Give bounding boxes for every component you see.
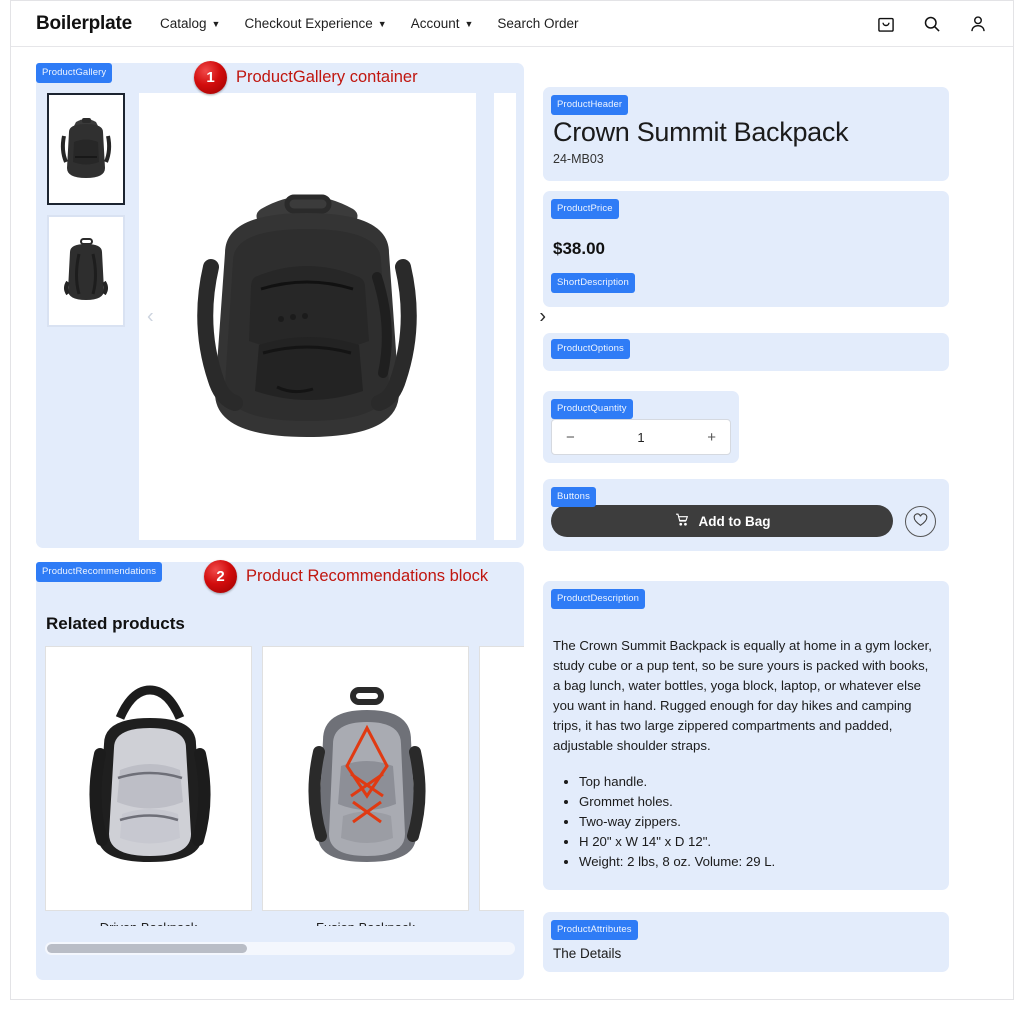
annotation-tag-product-recommendations: ProductRecommendations <box>36 562 163 582</box>
fusion-backpack-image <box>308 686 425 862</box>
callout-number: 2 <box>204 560 237 593</box>
product-header-panel: ProductHeader Crown Summit Backpack 24-M… <box>543 87 949 181</box>
list-item: Two-way zippers. <box>579 812 935 832</box>
product-description-panel: ProductDescription The Crown Summit Back… <box>543 581 949 891</box>
related-products-heading: Related products <box>46 614 185 633</box>
gallery-main-image[interactable]: ‹ <box>139 93 476 540</box>
right-column: ProductHeader Crown Summit Backpack 24-M… <box>543 87 949 982</box>
bag-icon[interactable] <box>876 14 896 34</box>
callout-number: 1 <box>194 61 227 94</box>
product-price-panel: ProductPrice $38.00 ShortDescription <box>543 191 949 307</box>
nav-item-label: Search Order <box>497 16 579 31</box>
chevron-down-icon: ▼ <box>211 19 221 29</box>
product-price: $38.00 <box>553 239 605 258</box>
product-attributes-panel: ProductAttributes The Details <box>543 912 949 973</box>
list-item: Top handle. <box>579 772 935 792</box>
callout-2: 2 Product Recommendations block <box>204 560 488 593</box>
add-to-bag-label: Add to Bag <box>698 513 771 529</box>
buttons-panel: Buttons Add to Bag <box>543 479 949 551</box>
gallery-thumbnail-2[interactable] <box>47 215 125 327</box>
related-product-image <box>479 646 524 911</box>
list-item: H 20" x W 14" x D 12". <box>579 832 935 852</box>
quantity-increase-button[interactable]: + <box>707 429 716 446</box>
gallery-thumbnail-list <box>44 93 139 540</box>
nav-item-search-order[interactable]: Search Order <box>497 16 578 31</box>
annotation-tag-product-attributes: ProductAttributes <box>551 920 638 940</box>
callout-1: 1 ProductGallery container <box>194 61 418 94</box>
product-recommendations-panel: ProductRecommendations 2 Product Recomme… <box>36 560 524 980</box>
driven-backpack-image <box>89 684 210 862</box>
list-item: Grommet holes. <box>579 792 935 812</box>
gallery-inner: ‹ › <box>44 93 546 540</box>
callout-label: Product Recommendations block <box>246 567 489 585</box>
product-description-bullets: Top handle. Grommet holes. Two-way zippe… <box>553 772 935 872</box>
gallery-prev-arrow-icon[interactable]: ‹ <box>147 305 154 328</box>
related-product-name: Fusion Backpack <box>262 920 469 926</box>
chevron-down-icon: ▼ <box>377 19 387 29</box>
related-product-image <box>45 646 252 911</box>
add-to-wishlist-button[interactable] <box>905 505 936 537</box>
button-row: Add to Bag <box>551 505 936 537</box>
heart-icon <box>913 512 928 530</box>
related-product-card[interactable]: Driven Backpack Add to Cart <box>45 646 252 926</box>
gallery-thumbnail-1[interactable] <box>47 93 125 205</box>
search-icon[interactable] <box>922 14 942 34</box>
backpack-main-image <box>196 194 417 437</box>
related-product-card[interactable]: Fusion Backpack Add to Cart <box>262 646 469 926</box>
list-item: Weight: 2 lbs, 8 oz. Volume: 29 L. <box>579 852 935 872</box>
cart-icon <box>674 512 690 530</box>
quantity-stepper[interactable]: − 1 + <box>551 419 731 455</box>
user-icon[interactable] <box>968 14 988 34</box>
related-product-card-partial[interactable] <box>479 646 524 926</box>
chevron-down-icon: ▼ <box>464 19 474 29</box>
nav-item-label: Checkout Experience <box>244 16 373 31</box>
annotation-tag-product-price: ProductPrice <box>551 199 619 219</box>
callout-label: ProductGallery container <box>236 68 418 86</box>
nav-item-label: Account <box>410 16 460 31</box>
nav-item-catalog[interactable]: Catalog ▼ <box>160 16 220 31</box>
product-sku: 24-MB03 <box>553 152 604 166</box>
top-navigation: Boilerplate Catalog ▼ Checkout Experienc… <box>11 1 1013 47</box>
quantity-decrease-button[interactable]: − <box>566 429 575 446</box>
gallery-right-rail: › <box>494 93 546 540</box>
related-product-name: Driven Backpack <box>45 920 252 926</box>
product-quantity-panel: ProductQuantity − 1 + <box>543 391 739 463</box>
page-title: Crown Summit Backpack <box>553 117 849 147</box>
product-description-text: The Crown Summit Backpack is equally at … <box>553 638 932 754</box>
nav-item-account[interactable]: Account ▼ <box>411 16 474 31</box>
carousel-horizontal-scrollbar[interactable] <box>45 942 515 955</box>
nav-icon-group <box>876 14 988 34</box>
annotation-tag-product-gallery: ProductGallery <box>36 63 113 83</box>
annotation-tag-product-description: ProductDescription <box>551 589 646 609</box>
quantity-value[interactable]: 1 <box>637 430 644 445</box>
annotation-tag-product-header: ProductHeader <box>551 95 629 115</box>
related-product-image <box>262 646 469 911</box>
product-gallery-panel: ProductGallery 1 ProductGallery containe… <box>36 61 546 548</box>
nav-item-checkout-experience[interactable]: Checkout Experience ▼ <box>244 16 386 31</box>
annotation-tag-buttons: Buttons <box>551 487 596 507</box>
add-to-bag-button[interactable]: Add to Bag <box>551 505 893 537</box>
product-options-panel: ProductOptions <box>543 333 949 371</box>
left-column: ProductGallery 1 ProductGallery containe… <box>36 61 546 980</box>
related-products-carousel[interactable]: Driven Backpack Add to Cart <box>45 646 524 926</box>
site-logo[interactable]: Boilerplate <box>36 13 132 35</box>
annotation-tag-product-options: ProductOptions <box>551 339 630 359</box>
annotation-tag-short-description: ShortDescription <box>551 273 635 293</box>
annotation-tag-product-quantity: ProductQuantity <box>551 399 633 419</box>
browser-page: Boilerplate Catalog ▼ Checkout Experienc… <box>10 0 1014 1000</box>
backpack-front-thumb-icon <box>60 118 112 178</box>
backpack-back-thumb-icon <box>64 238 108 300</box>
nav-item-label: Catalog <box>160 16 207 31</box>
attributes-heading: The Details <box>553 946 622 962</box>
